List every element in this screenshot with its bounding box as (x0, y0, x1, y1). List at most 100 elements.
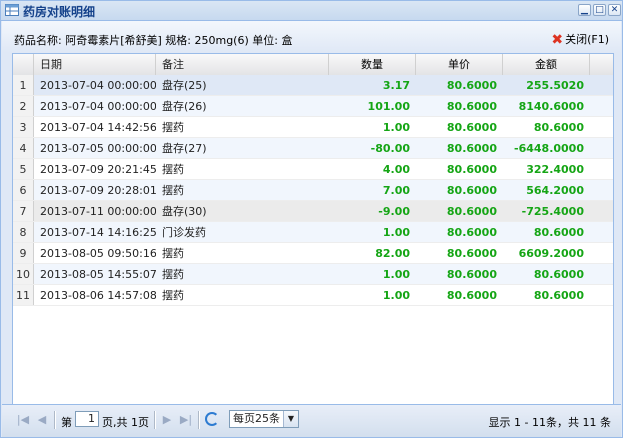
cell-amount: 80.6000 (533, 121, 584, 134)
cell-unit-price: 80.6000 (446, 247, 497, 260)
row-number: 1 (13, 75, 34, 95)
cell-date: 2013-07-14 14:16:25 (40, 226, 156, 239)
table-row[interactable]: 9 2013-08-05 09:50:16 摆药 82.00 80.6000 6609.2… (13, 243, 613, 264)
page-number-input[interactable]: 1 (75, 411, 99, 427)
cell-quantity: 1.00 (382, 289, 410, 302)
page-size-select[interactable]: 每页25条 ▼ (229, 410, 299, 428)
page-size-value: 每页25条 (233, 412, 280, 425)
table-row[interactable]: 3 2013-07-04 14:42:56 摆药 1.00 80.6000 80.6000 (13, 117, 613, 138)
cell-quantity: -80.00 (370, 142, 410, 155)
chevron-down-icon[interactable]: ▼ (283, 411, 298, 427)
header-amount[interactable]: 金额 (503, 54, 590, 75)
cell-quantity: 3.17 (382, 79, 410, 92)
next-page-icon[interactable]: ▶ (160, 413, 174, 427)
cell-note: 盘存(27) (162, 142, 207, 155)
row-number: 2 (13, 96, 34, 116)
header-quantity[interactable]: 数量 (329, 54, 416, 75)
cell-unit-price: 80.6000 (446, 184, 497, 197)
cell-unit-price: 80.6000 (446, 142, 497, 155)
cell-amount: 80.6000 (533, 226, 584, 239)
row-number: 3 (13, 117, 34, 137)
header-rownum (13, 54, 34, 75)
cell-amount: -725.4000 (521, 205, 584, 218)
cell-date: 2013-07-09 20:21:45 (40, 163, 156, 176)
cell-quantity: 82.00 (375, 247, 410, 260)
pagination-bar: |◀ ◀ 第 1 页,共 1页 ▶ ▶| 每页25条 ▼ 显示 1 - 11条，共… (2, 404, 621, 437)
close-button-label: 关闭(F1) (565, 33, 609, 46)
cell-note: 盘存(30) (162, 205, 207, 218)
cell-note: 盘存(26) (162, 100, 207, 113)
cell-quantity: 1.00 (382, 268, 410, 281)
cell-amount: 322.4000 (526, 163, 584, 176)
cell-unit-price: 80.6000 (446, 100, 497, 113)
close-window-icon[interactable]: ✕ (608, 4, 621, 16)
prev-page-icon[interactable]: ◀ (35, 413, 49, 427)
refresh-icon[interactable] (205, 412, 219, 426)
row-number: 9 (13, 243, 34, 263)
page-prefix: 第 (61, 416, 72, 429)
cell-date: 2013-07-04 00:00:00 (40, 79, 156, 92)
header-date[interactable]: 日期 (34, 54, 156, 75)
cell-unit-price: 80.6000 (446, 163, 497, 176)
close-button[interactable]: ✖ 关闭(F1) (551, 31, 609, 48)
table-row[interactable]: 1 2013-07-04 00:00:00 盘存(25) 3.17 80.6000 255… (13, 75, 613, 96)
cell-amount: 8140.6000 (518, 100, 584, 113)
cell-unit-price: 80.6000 (446, 226, 497, 239)
separator (198, 411, 200, 429)
row-number: 5 (13, 159, 34, 179)
cell-unit-price: 80.6000 (446, 289, 497, 302)
grid-header: 日期 备注 数量 单价 金额 (13, 54, 613, 76)
ledger-grid: 日期 备注 数量 单价 金额 1 2013-07-04 00:00:00 盘存(25… (12, 53, 614, 406)
first-page-icon[interactable]: |◀ (16, 413, 30, 427)
cell-note: 摆药 (162, 289, 184, 302)
row-number: 7 (13, 201, 34, 221)
display-count: 显示 1 - 11条，共 11 条 (488, 416, 611, 429)
table-row[interactable]: 8 2013-07-14 14:16:25 门诊发药 1.00 80.6000 80.60… (13, 222, 613, 243)
cell-date: 2013-07-05 00:00:00 (40, 142, 156, 155)
cell-quantity: 4.00 (382, 163, 410, 176)
title-bar: 药房对账明细 ▁ □ ✕ (1, 1, 622, 21)
page-total-text: 页,共 1页 (102, 416, 149, 429)
last-page-icon[interactable]: ▶| (179, 413, 193, 427)
cell-amount: 80.6000 (533, 289, 584, 302)
row-number: 11 (13, 285, 34, 305)
cell-quantity: 101.00 (367, 100, 410, 113)
cell-date: 2013-08-06 14:57:08 (40, 289, 156, 302)
cell-unit-price: 80.6000 (446, 268, 497, 281)
drug-info-text: 药品名称: 阿奇霉素片[希舒美] 规格: 250mg(6) 单位: 盒 (14, 34, 293, 47)
cell-unit-price: 80.6000 (446, 205, 497, 218)
cell-amount: -6448.0000 (514, 142, 584, 155)
cell-unit-price: 80.6000 (446, 121, 497, 134)
row-number: 8 (13, 222, 34, 242)
minimize-icon[interactable]: ▁ (578, 4, 591, 16)
header-unit-price[interactable]: 单价 (416, 54, 503, 75)
window: 药房对账明细 ▁ □ ✕ 药品名称: 阿奇霉素片[希舒美] 规格: 250mg(… (0, 0, 623, 438)
separator (154, 411, 156, 429)
cell-date: 2013-08-05 14:55:07 (40, 268, 156, 281)
cell-quantity: 1.00 (382, 121, 410, 134)
cell-date: 2013-07-09 20:28:01 (40, 184, 156, 197)
table-row[interactable]: 10 2013-08-05 14:55:07 摆药 1.00 80.6000 80.600… (13, 264, 613, 285)
table-row[interactable]: 4 2013-07-05 00:00:00 盘存(27) -80.00 80.6000 -… (13, 138, 613, 159)
cell-quantity: -9.00 (378, 205, 410, 218)
cell-date: 2013-07-04 14:42:56 (40, 121, 156, 134)
table-row[interactable]: 7 2013-07-11 00:00:00 盘存(30) -9.00 80.6000 -7… (13, 201, 613, 222)
table-row[interactable]: 2 2013-07-04 00:00:00 盘存(26) 101.00 80.6000 8… (13, 96, 613, 117)
cell-note: 摆药 (162, 184, 184, 197)
table-row[interactable]: 6 2013-07-09 20:28:01 摆药 7.00 80.6000 564.200… (13, 180, 613, 201)
cell-note: 摆药 (162, 121, 184, 134)
cell-quantity: 7.00 (382, 184, 410, 197)
row-number: 4 (13, 138, 34, 158)
cell-unit-price: 80.6000 (446, 79, 497, 92)
table-row[interactable]: 11 2013-08-06 14:57:08 摆药 1.00 80.6000 80.600… (13, 285, 613, 306)
cell-note: 摆药 (162, 163, 184, 176)
maximize-icon[interactable]: □ (593, 4, 606, 16)
header-note[interactable]: 备注 (156, 54, 329, 75)
table-row[interactable]: 5 2013-07-09 20:21:45 摆药 4.00 80.6000 322.400… (13, 159, 613, 180)
cell-note: 门诊发药 (162, 226, 206, 239)
cell-date: 2013-08-05 09:50:16 (40, 247, 156, 260)
cell-note: 摆药 (162, 268, 184, 281)
cell-quantity: 1.00 (382, 226, 410, 239)
window-title: 药房对账明细 (23, 5, 96, 19)
cell-amount: 6609.2000 (518, 247, 584, 260)
